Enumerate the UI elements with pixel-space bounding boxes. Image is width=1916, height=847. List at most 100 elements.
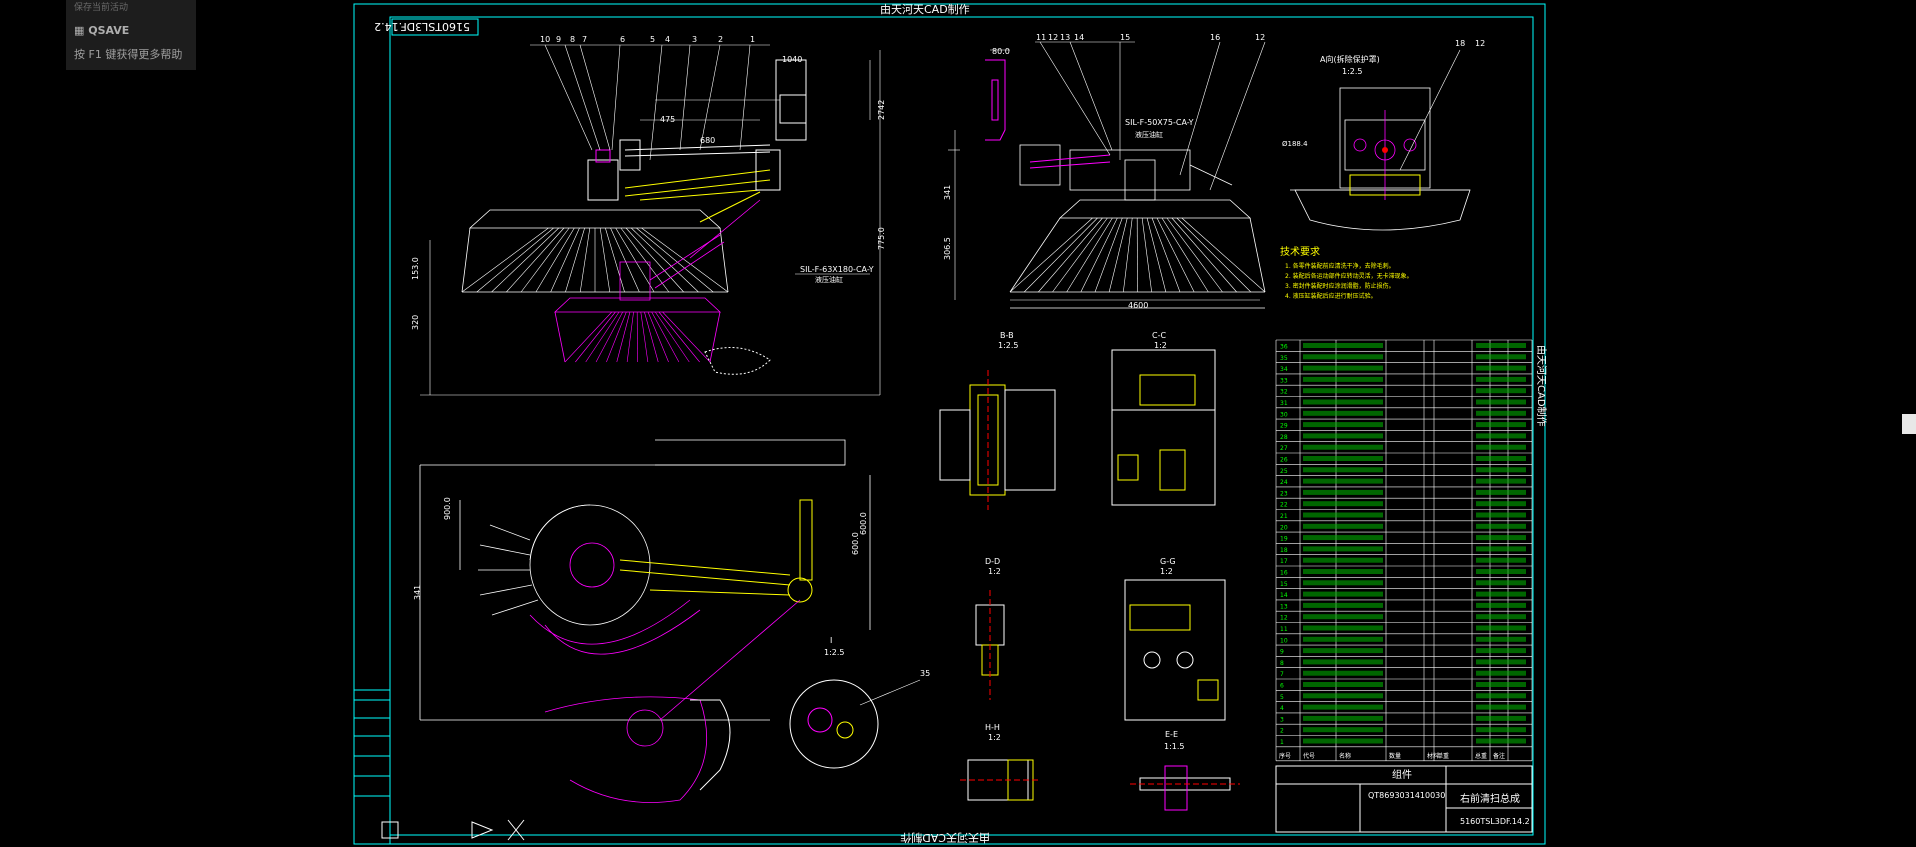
bom-header-cell: 备注 [1493,752,1505,760]
bom-row-values [1476,648,1526,654]
tooltip-command: ▦ QSAVE [74,24,129,37]
bom-row-number: 12 [1280,615,1288,622]
section-G-G: G-G 1:2 [1124,557,1226,721]
svg-text:341: 341 [943,185,952,200]
svg-text:11: 11 [1036,33,1046,42]
side-view-top: 80.0 11 12 13 14 15 16 12 341 306.5 4600 SIL-… [943,33,1266,310]
section-B-B: B-B 1:2.5 [939,331,1056,510]
bom-row-values [1476,580,1526,586]
bom-row-number: 14 [1280,592,1288,599]
bom-row-text [1303,388,1383,394]
bom-row-values [1476,704,1526,710]
bom-row-values [1476,614,1526,620]
title-block-drawing-no: 5160TSL3DF.14.2 [1460,817,1530,826]
bom-row-values [1476,354,1526,360]
bom-row-values [1476,625,1526,631]
bom-row-values [1476,444,1526,450]
bom-row-text [1303,467,1383,473]
cad-drawing-canvas[interactable]: 5160TSL3DF.14.2 由天河天CAD制作 由天河天CAD制作 10 9… [0,0,1916,847]
bom-row-number: 19 [1280,536,1288,543]
bom-row-text [1303,727,1383,733]
bom-row-values [1476,388,1526,394]
notes-line-3: 3. 密封件装配时应涂润滑脂，防止损伤。 [1285,282,1395,290]
bom-row-number: 1 [1280,739,1284,746]
bom-row-text [1303,343,1383,348]
tooltip-command-name: QSAVE [88,24,130,37]
scrollbar-thumb[interactable] [1902,414,1916,434]
bom-row-number: 7 [1280,671,1284,678]
svg-text:80.0: 80.0 [992,47,1010,56]
bom-row-text [1303,478,1383,484]
bom-row-number: 25 [1280,468,1288,475]
svg-text:2742: 2742 [877,100,886,120]
title-block: 组件 QT8693031410030 右前清扫总成 5160TSL3DF.14.… [1275,765,1533,833]
bom-row-text [1303,546,1383,552]
bom-row-text [1303,410,1383,416]
bom-row-text [1303,512,1383,518]
bom-header-cell: 单重 [1437,752,1449,760]
bom-row-values [1476,467,1526,473]
bom-row-values [1476,376,1526,382]
bom-row-text [1303,557,1383,563]
svg-text:1040: 1040 [782,55,802,64]
svg-text:B-B: B-B [1000,331,1014,340]
bom-row-number: 26 [1280,457,1288,464]
svg-text:7: 7 [582,35,587,44]
bom-row-values [1476,682,1526,687]
section-D-D: D-D 1:2 [975,557,1005,700]
bom-row-text [1303,682,1383,687]
cylinder2-sublabel: 液压油缸 [815,275,843,284]
svg-text:35: 35 [920,669,930,678]
bom-row-number: 6 [1280,683,1284,690]
bom-row-number: 36 [1280,344,1288,351]
notes-line-1: 1. 各零件装配前应清洗干净，去除毛刺。 [1285,262,1395,270]
bom-row-number: 13 [1280,603,1288,610]
bom-row-text [1303,501,1383,507]
bom-row-text [1303,670,1383,676]
bom-row-text [1303,365,1383,371]
bom-row-number: 22 [1280,502,1288,509]
section-H-H: H-H 1:2 [960,723,1040,801]
svg-text:8: 8 [570,35,575,44]
svg-text:1:2.5: 1:2.5 [998,341,1019,350]
svg-text:775.0: 775.0 [877,227,886,250]
bom-row-number: 4 [1280,705,1284,712]
bom-row-values [1476,456,1526,461]
svg-text:475: 475 [660,115,675,124]
bom-row-text [1303,648,1383,654]
bom-row-number: 16 [1280,570,1288,577]
bom-row-number: 17 [1280,558,1288,565]
main-view-top: 10 9 8 7 6 5 4 3 2 1 475 680 1040 2742 775.0 1… [411,35,886,396]
bom-row-text [1303,523,1383,529]
title-block-part-no: QT8693031410030 [1368,791,1445,800]
bom-row-values [1476,546,1526,552]
detail-I: 35 [789,669,930,769]
svg-text:C-C: C-C [1152,331,1166,340]
bom-row-text [1303,659,1383,665]
svg-text:153.0: 153.0 [411,257,420,280]
main-view-bottom: 900.0 341 600.0 600.0 I 1:2.5 [413,439,871,803]
bom-row-number: 10 [1280,637,1288,644]
bom-row-text [1303,444,1383,450]
tooltip-help: 按 F1 键获得更多帮助 [74,48,183,61]
bom-row-number: 11 [1280,626,1288,633]
bom-row-text [1303,580,1383,586]
svg-text:900.0: 900.0 [443,497,452,520]
bom-row-number: 27 [1280,445,1288,452]
cylinder1-sublabel: 液压油缸 [1135,130,1163,139]
svg-text:341: 341 [413,585,422,600]
bom-row-text [1303,456,1383,461]
bom-row-values [1476,512,1526,518]
section-C-C: C-C 1:2 [1111,331,1216,506]
svg-text:I: I [830,636,832,645]
bom-row-values [1476,478,1526,484]
svg-text:1:2: 1:2 [1160,567,1173,576]
bom-row-text [1303,399,1383,405]
bom-row-values [1476,591,1526,597]
svg-text:1: 1 [750,35,755,44]
bom-row-values [1476,569,1526,574]
svg-text:1:2: 1:2 [988,733,1001,742]
svg-text:4600: 4600 [1128,301,1148,310]
title-block-type: 组件 [1392,768,1412,781]
bom-row-text [1303,693,1383,699]
